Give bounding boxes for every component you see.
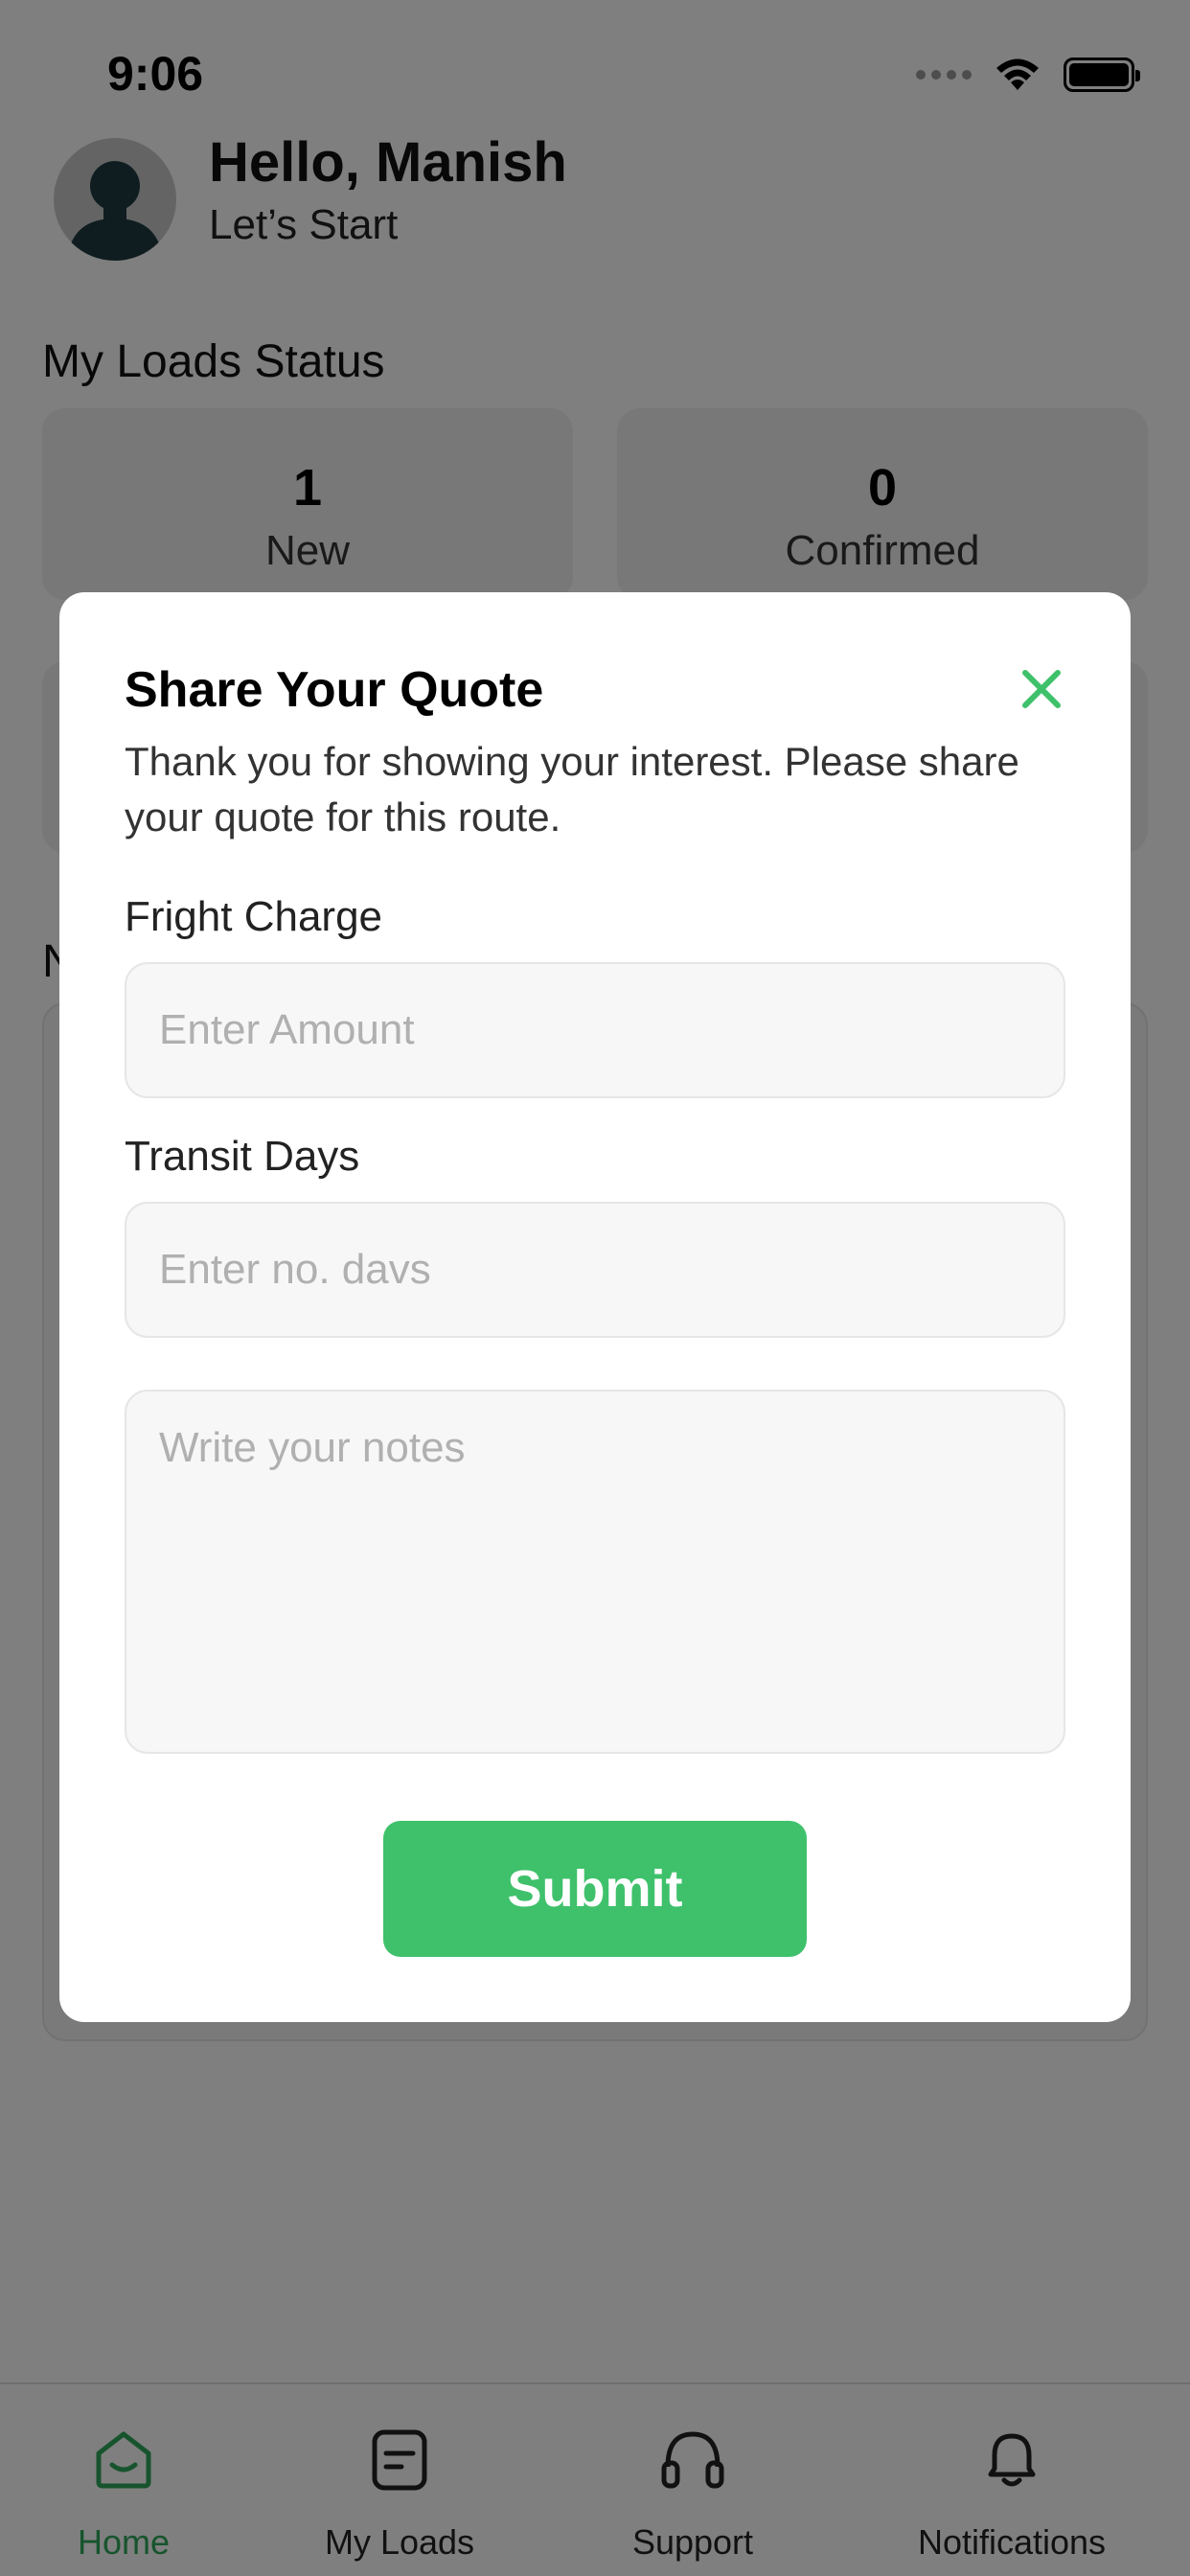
fright-charge-label: Fright Charge bbox=[125, 893, 383, 940]
transit-days-input[interactable] bbox=[125, 1202, 1065, 1338]
share-quote-modal: Share Your Quote Thank you for showing y… bbox=[59, 592, 1131, 2022]
modal-title: Share Your Quote bbox=[125, 662, 544, 718]
submit-button[interactable]: Submit bbox=[383, 1821, 807, 1957]
amount-input[interactable] bbox=[125, 962, 1065, 1098]
close-icon[interactable] bbox=[1018, 665, 1065, 713]
notes-textarea[interactable] bbox=[125, 1390, 1065, 1754]
transit-days-label: Transit Days bbox=[125, 1133, 360, 1180]
app-screen: 9:06 Hello, Manish Let’s Start My Loads … bbox=[0, 0, 1190, 2576]
modal-description: Thank you for showing your interest. Ple… bbox=[125, 739, 1019, 840]
